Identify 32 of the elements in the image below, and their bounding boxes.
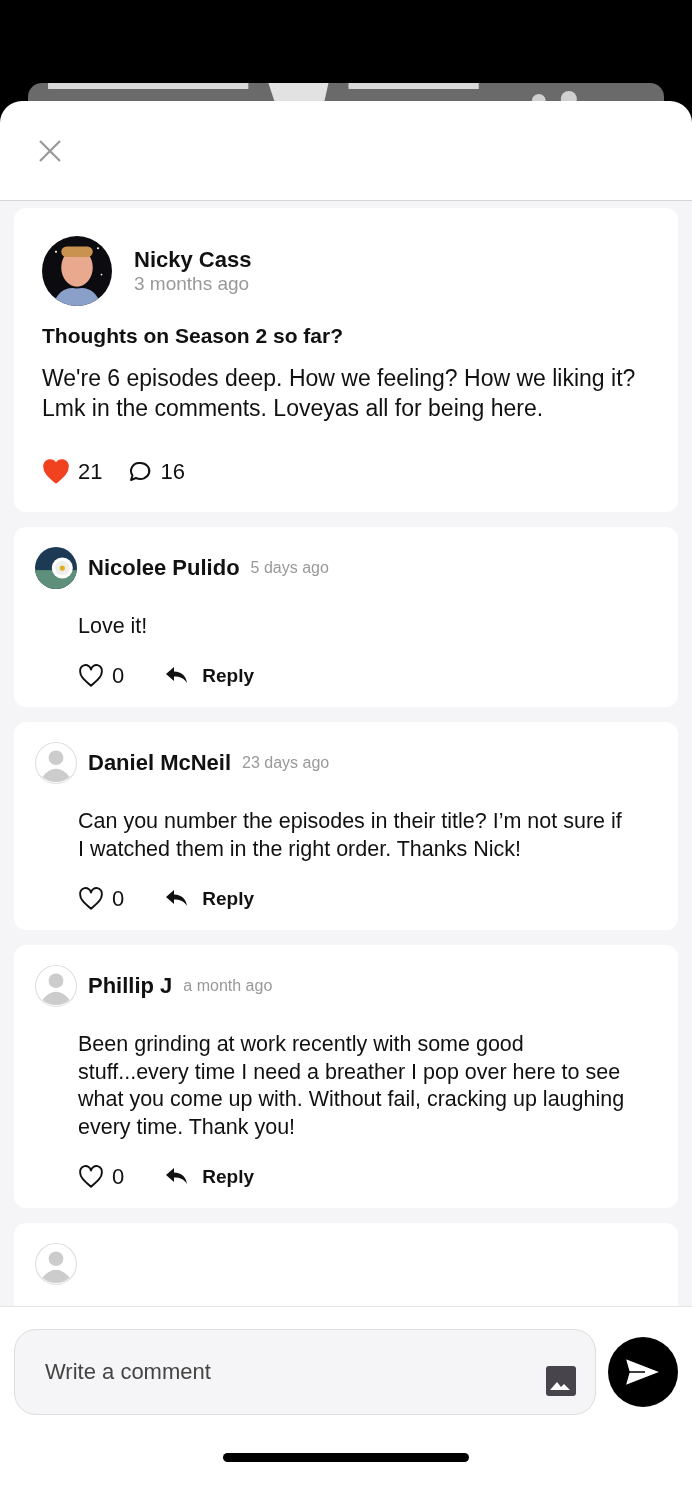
post-body: We're 6 episodes deep. How we feeling? How we liking it? Lmk in the comments. Loveyas all for being here.	[42, 364, 637, 423]
avatar-icon	[35, 1243, 77, 1286]
post-title: Thoughts on Season 2 so far?	[42, 324, 345, 348]
comment-icon	[128, 459, 153, 484]
comment-time: a month ago	[183, 976, 273, 995]
post-time: 3 months ago	[134, 273, 250, 294]
author-name: Nicky Cass	[134, 247, 252, 272]
heart-icon	[42, 457, 70, 486]
avatar-icon	[35, 741, 77, 784]
comment-field[interactable]: Write a comment	[14, 1329, 596, 1415]
comment-text: Can you number the episodes in their title? I’m not sure if I watched them in the right order. Thanks Nick!	[78, 807, 623, 863]
comment-time: 5 days ago	[250, 558, 329, 577]
comment-time: 23 days ago	[242, 753, 330, 772]
author-name: Nicolee Pulido	[88, 554, 240, 581]
like-button[interactable]: 0	[78, 662, 125, 689]
like-button[interactable]: 21	[42, 457, 103, 486]
author-name: Phillip J	[88, 972, 173, 999]
reply-button[interactable]: Reply	[164, 886, 254, 911]
author-name: Daniel McNeil	[88, 749, 232, 776]
like-button[interactable]: 0	[78, 885, 125, 912]
avatar-icon	[35, 964, 77, 1007]
image-icon[interactable]	[545, 1365, 577, 1397]
reply-button[interactable]: Reply	[164, 1165, 254, 1190]
heart-icon	[78, 662, 104, 689]
heart-icon	[78, 1164, 104, 1191]
comment-text: Been grinding at work recently with some good stuff...every time I need a breather I pop over here to see what you come up with. Without fail, cracking up laughing every time. Thank you!	[78, 1030, 626, 1142]
comment-input[interactable]: Write a comment	[43, 1358, 545, 1386]
comment-text: Love it!	[78, 612, 149, 640]
like-button[interactable]: 0	[78, 1164, 125, 1191]
heart-icon	[78, 885, 104, 912]
comments-button[interactable]: 16	[128, 458, 185, 485]
reply-button[interactable]: Reply	[164, 663, 254, 688]
